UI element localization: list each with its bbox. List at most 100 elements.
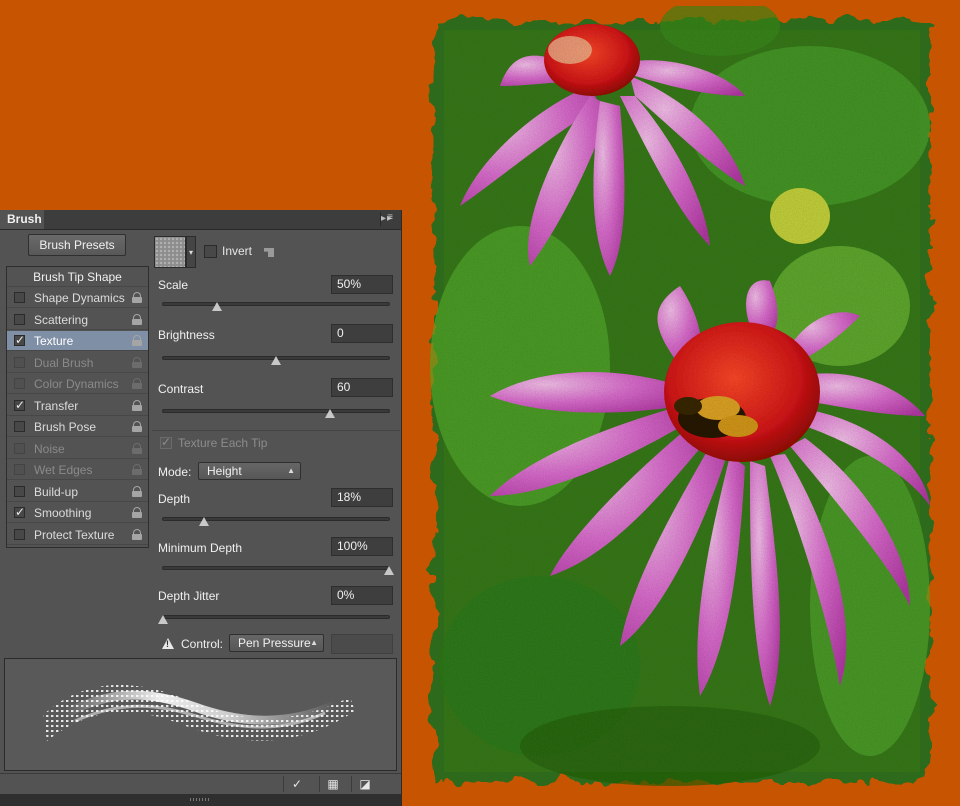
brightness-field[interactable]: 0 [331,324,393,343]
contrast-slider-thumb[interactable] [325,409,336,418]
build-up-checkbox[interactable] [14,485,25,497]
list-item-label: Shape Dynamics [34,291,125,305]
lock-icon[interactable] [132,528,142,540]
list-item-dual-brush[interactable]: Dual Brush [7,353,148,373]
depth-jitter-label: Depth Jitter [158,589,220,603]
stroke-preview-graphic [43,684,355,741]
depth-jitter-slider-thumb[interactable] [158,615,168,624]
scattering-checkbox[interactable] [14,313,25,325]
mode-select[interactable]: Height ▲ [198,462,301,480]
contrast-field[interactable]: 60 [331,378,393,397]
list-item-brush-tip-shape[interactable]: Brush Tip Shape [7,267,148,287]
tab-brush[interactable]: Brush [0,210,44,229]
lock-icon[interactable] [132,399,142,411]
lock-icon[interactable] [132,378,142,389]
list-item-scattering[interactable]: Scattering [7,310,148,330]
shape-dynamics-checkbox[interactable] [14,292,25,303]
resize-grip-icon[interactable] [190,798,210,801]
list-item-color-dynamics[interactable]: Color Dynamics [7,374,148,394]
minimum-depth-field[interactable]: 100% [331,537,393,556]
list-item-texture[interactable]: ✓ Texture [7,331,148,351]
transfer-checkbox[interactable]: ✓ [14,399,25,411]
texture-pattern-swatch[interactable] [154,236,186,268]
texture-each-tip-checkbox[interactable]: ✓ [160,436,172,449]
lock-icon[interactable] [132,442,142,454]
list-item-label: Texture [34,334,74,348]
list-item-protect-texture[interactable]: Protect Texture [7,525,148,545]
smoothing-checkbox[interactable]: ✓ [14,506,25,518]
scale-field[interactable]: 50% [331,275,393,294]
brightness-slider-thumb[interactable] [271,356,281,365]
lock-icon[interactable] [132,356,142,368]
depth-jitter-slider[interactable] [158,615,390,624]
warning-mark: ! [166,639,169,649]
mode-label: Mode: [158,465,192,479]
panel-tab-bar: Brush ▸▸ ≡ [0,210,401,230]
control-select-value: Pen Pressure [238,636,311,650]
list-item-shape-dynamics[interactable]: Shape Dynamics [7,288,148,308]
texture-checkbox[interactable]: ✓ [14,334,25,346]
list-item-smoothing[interactable]: ✓ Smoothing [7,503,148,523]
depth-jitter-field[interactable]: 0% [331,586,393,605]
depth-slider-thumb[interactable] [198,517,209,526]
scale-slider-thumb[interactable] [212,302,223,311]
contrast-slider[interactable] [162,409,390,418]
protect-texture-checkbox[interactable] [14,528,25,540]
invert-checkbox[interactable] [204,245,217,258]
list-item-noise[interactable]: Noise [7,439,148,459]
lock-icon[interactable] [132,464,142,475]
select-arrows-icon: ▲ [310,638,318,647]
list-item-label: Scattering [34,312,89,327]
brush-grid-icon[interactable]: ▦ [319,776,346,792]
select-arrows-icon: ▲ [287,466,295,475]
contrast-label: Contrast [158,382,204,396]
panel-menu-icon[interactable]: ≡ [380,212,399,226]
list-item-label: Color Dynamics [34,377,119,391]
toggle-live-tip-icon[interactable]: ✓ [283,776,310,792]
lock-icon[interactable] [132,313,142,325]
noise-checkbox[interactable] [14,442,25,454]
texture-each-tip-label: Texture Each Tip [178,436,268,450]
list-item-brush-pose[interactable]: Brush Pose [7,417,148,437]
color-dynamics-checkbox[interactable] [14,378,25,389]
control-value-field [331,634,393,654]
scale-label: Scale [158,278,189,292]
brush-settings-list: Brush Tip Shape Shape Dynamics Scattering… [6,266,149,548]
lock-icon[interactable] [132,507,142,518]
list-item-label: Smoothing [34,506,92,520]
minimum-depth-slider[interactable] [162,566,394,575]
list-item-label: Transfer [34,398,79,413]
coneflower-painting [430,6,930,786]
brightness-label: Brightness [158,328,215,342]
brush-presets-button[interactable]: Brush Presets [28,234,126,256]
lock-icon[interactable] [132,485,142,497]
list-item-wet-edges[interactable]: Wet Edges [7,460,148,480]
pattern-picker-arrow-icon[interactable]: ▾ [186,236,196,268]
list-item-label: Noise [34,441,65,456]
create-preset-icon[interactable] [264,248,274,257]
mode-select-value: Height [207,464,242,478]
brightness-slider[interactable] [162,356,390,365]
new-preset-icon[interactable]: ◪ [351,776,378,792]
divider [152,430,400,431]
brush-pose-checkbox[interactable] [14,421,25,432]
list-item-label: Dual Brush [34,355,94,370]
minimum-depth-slider-thumb[interactable] [384,566,394,575]
depth-field[interactable]: 18% [331,488,393,507]
list-item-transfer[interactable]: ✓ Transfer [7,396,148,416]
dual-brush-checkbox[interactable] [14,356,25,368]
control-select[interactable]: Pen Pressure ▲ [229,634,324,652]
panel-footer: ✓ ▦ ◪ [0,773,401,794]
lock-icon[interactable] [132,335,142,346]
list-item-build-up[interactable]: Build-up [7,482,148,502]
list-item-label: Build-up [34,484,79,499]
lock-icon[interactable] [132,421,142,432]
control-label: Control: [181,637,224,651]
wet-edges-checkbox[interactable] [14,464,25,475]
brush-stroke-preview [4,658,397,771]
lock-icon[interactable] [132,292,142,303]
depth-slider[interactable] [162,517,390,526]
depth-label: Depth [158,492,191,506]
list-item-label: Protect Texture [34,527,115,542]
scale-slider[interactable] [162,302,390,311]
